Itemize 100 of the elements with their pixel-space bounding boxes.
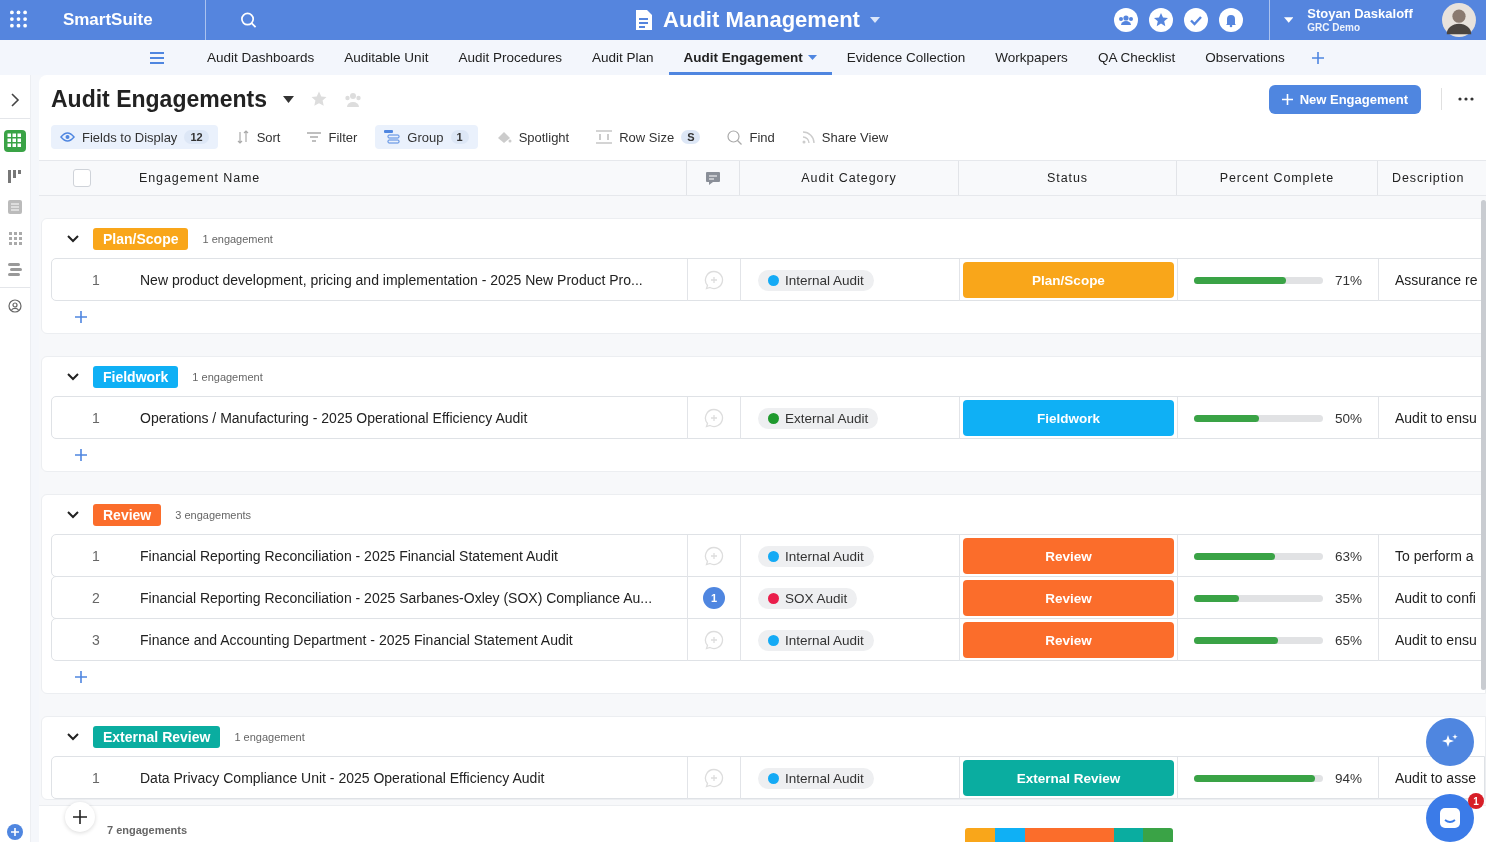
nav-tab[interactable]: QA Checklist xyxy=(1082,40,1191,75)
nav-tab[interactable]: Workpapers xyxy=(980,40,1083,75)
row-number: 1 xyxy=(91,769,101,788)
search-icon[interactable] xyxy=(240,11,258,29)
timeline-icon[interactable] xyxy=(8,262,22,276)
toolbar-button[interactable]: Fields to Display 12 xyxy=(51,125,218,149)
chevron-down-icon[interactable] xyxy=(67,235,79,243)
table-cell: Audit to ensu xyxy=(1395,632,1477,648)
kanban-icon[interactable] xyxy=(8,169,22,183)
new-engagement-button[interactable]: New Engagement xyxy=(1268,84,1421,114)
group-tag: External Review xyxy=(93,726,221,748)
column-header[interactable]: Audit Category xyxy=(740,161,959,195)
row-number: 1 xyxy=(91,547,101,566)
table-cell: Assurance re xyxy=(1395,272,1478,288)
add-icon[interactable] xyxy=(1311,51,1324,64)
row-number: 1 xyxy=(91,409,101,428)
table-cell: Operations / Manufacturing - 2025 Operational Efficiency Audit xyxy=(140,397,688,439)
add-row-icon[interactable] xyxy=(75,671,87,683)
nav-tab[interactable]: Observations xyxy=(1190,40,1300,75)
toolbar-button[interactable]: Share View xyxy=(792,125,898,149)
toolbar-button[interactable]: Sort xyxy=(226,125,290,149)
group-count: 3 engagements xyxy=(175,509,252,521)
table-cell: Finance and Accounting Department - 2025 Financial Statement Audit xyxy=(140,619,688,661)
table-cell: Audit to asse xyxy=(1395,770,1476,786)
percent-value: 50% xyxy=(1335,410,1363,426)
chevron-down-icon[interactable] xyxy=(67,511,79,519)
group-tag: Fieldwork xyxy=(93,366,179,388)
table-cell: Audit to ensu xyxy=(1395,410,1477,426)
brand-name[interactable]: SmartSuite xyxy=(62,10,192,30)
category-chip: External Audit xyxy=(758,407,879,429)
column-header[interactable]: Percent Complete xyxy=(1177,161,1378,195)
add-row-icon[interactable] xyxy=(75,311,87,323)
category-chip: Internal Audit xyxy=(758,767,874,789)
nav-tab[interactable]: Audit Plan xyxy=(576,40,669,75)
category-chip: SOX Audit xyxy=(758,587,858,609)
percent-value: 65% xyxy=(1335,632,1363,648)
star-icon[interactable] xyxy=(309,90,328,108)
search-icon[interactable] xyxy=(727,129,743,145)
filter-icon[interactable] xyxy=(307,132,322,142)
view-title[interactable]: Audit Engagements xyxy=(51,85,267,113)
comment-icon[interactable] xyxy=(705,170,721,186)
menu-icon[interactable] xyxy=(150,51,164,64)
table-cell: Data Privacy Compliance Unit - 2025 Operational Efficiency Audit xyxy=(140,757,688,799)
check-icon[interactable] xyxy=(1183,8,1208,32)
team-icon[interactable] xyxy=(1113,8,1138,32)
table-cell: New product development, pricing and implementation - 2025 New Product Pro... xyxy=(140,259,688,301)
nav-tab[interactable]: Audit Procedures xyxy=(443,40,577,75)
chat-icon[interactable] xyxy=(1438,806,1462,830)
more-icon[interactable] xyxy=(1458,97,1474,101)
solution-title[interactable]: Audit Management xyxy=(663,7,860,33)
add-row-icon[interactable] xyxy=(75,449,87,461)
percent-value: 71% xyxy=(1335,272,1363,288)
category-chip: Internal Audit xyxy=(758,545,874,567)
group-count: 1 engagement xyxy=(202,233,273,245)
toolbar-button[interactable]: Filter xyxy=(298,125,367,149)
add-icon[interactable] xyxy=(7,824,23,840)
plus-icon[interactable] xyxy=(73,810,87,824)
column-header[interactable]: Description xyxy=(1378,161,1486,195)
nav-tab[interactable]: Auditable Unit xyxy=(329,40,444,75)
group-icon[interactable] xyxy=(384,130,401,144)
eye-icon[interactable] xyxy=(60,132,75,142)
dots-grid-icon[interactable] xyxy=(8,231,22,245)
percent-value: 35% xyxy=(1335,590,1363,606)
group-count: 1 engagement xyxy=(192,371,263,383)
group-tag: Review xyxy=(93,504,162,526)
user-circle-icon[interactable] xyxy=(8,299,22,313)
category-chip: Internal Audit xyxy=(758,629,874,651)
table-cell: To perform a xyxy=(1395,548,1474,564)
column-header[interactable]: Status xyxy=(959,161,1177,195)
group-tag: Plan/Scope xyxy=(93,228,189,250)
sort-icon[interactable] xyxy=(235,130,250,144)
toolbar-button[interactable]: Row Size S xyxy=(587,125,710,149)
apps-grid-icon[interactable] xyxy=(10,10,29,30)
workspace-name: GRC Demo xyxy=(1307,21,1362,34)
chevron-down-icon[interactable] xyxy=(67,373,79,381)
chevron-down-icon[interactable] xyxy=(67,733,79,741)
caret-icon[interactable] xyxy=(282,95,294,103)
toolbar-button[interactable]: Spotlight xyxy=(486,125,579,149)
group-count: 1 engagement xyxy=(234,731,305,743)
row-number: 2 xyxy=(91,589,101,608)
row-number: 3 xyxy=(91,631,101,650)
comment-count[interactable]: 1 xyxy=(703,587,725,609)
add-record-button[interactable] xyxy=(65,802,95,832)
toolbar-button[interactable]: Group 1 xyxy=(375,125,478,149)
row-number: 1 xyxy=(91,271,101,290)
table-cell: Audit to confi xyxy=(1395,590,1476,606)
chevron-right-icon[interactable] xyxy=(10,93,20,107)
document-icon xyxy=(635,9,654,31)
grid-view-icon[interactable] xyxy=(4,130,26,152)
nav-tab[interactable]: Evidence Collection xyxy=(831,40,981,75)
column-header[interactable]: Engagement Name xyxy=(139,161,687,195)
user-name[interactable]: Stoyan Daskaloff xyxy=(1307,6,1429,22)
nav-tab[interactable]: Audit Dashboards xyxy=(192,40,330,75)
avatar-icon[interactable] xyxy=(1442,2,1476,38)
bell-icon[interactable] xyxy=(1218,8,1243,32)
record-total: 7 engagements xyxy=(107,824,188,836)
toolbar-button[interactable]: Find xyxy=(718,125,784,149)
category-chip: Internal Audit xyxy=(758,269,874,291)
percent-value: 94% xyxy=(1335,770,1363,786)
select-all-checkbox[interactable] xyxy=(73,169,91,187)
